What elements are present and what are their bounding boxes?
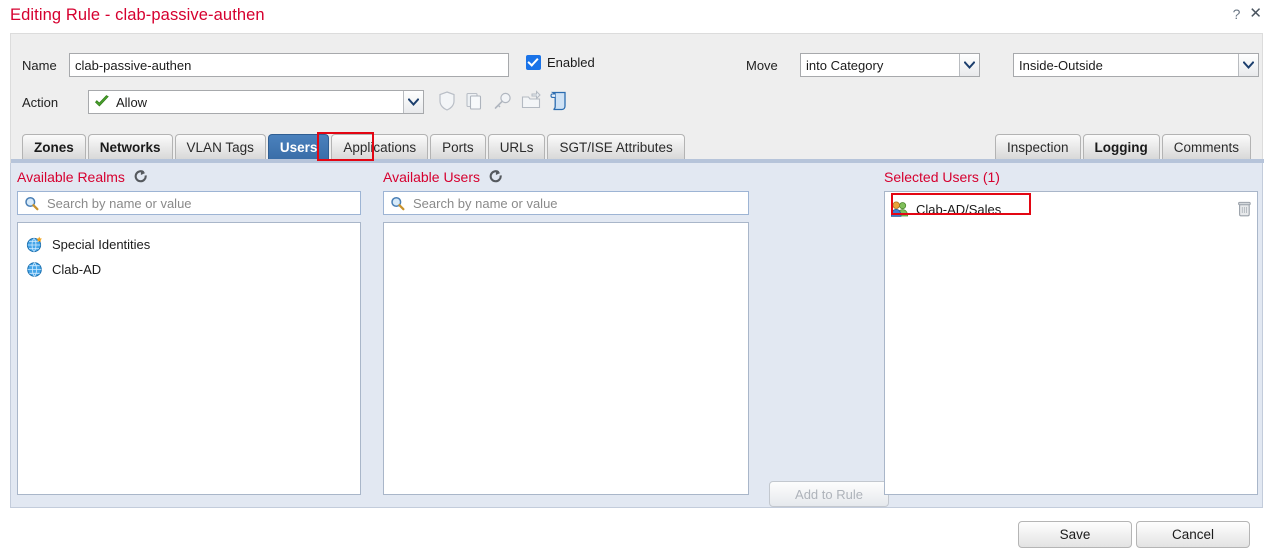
selected-users-header: Selected Users (1) <box>884 169 1000 185</box>
page-title: Editing Rule - clab-passive-authen <box>10 6 265 24</box>
tab-zones[interactable]: Zones <box>22 134 86 159</box>
globe-icon <box>27 261 42 277</box>
tab-comments[interactable]: Comments <box>1161 134 1251 159</box>
save-button[interactable]: Save <box>1018 521 1132 548</box>
refresh-icon[interactable] <box>134 169 148 185</box>
tab-group-right: Inspection Logging Comments <box>993 134 1251 159</box>
tab-logging[interactable]: Logging <box>1082 134 1160 159</box>
available-users-list[interactable] <box>383 222 749 495</box>
refresh-icon[interactable] <box>489 169 503 185</box>
action-label: Action <box>22 95 59 110</box>
ips-policy-shield-icon[interactable] <box>436 90 458 112</box>
list-item-label: Special Identities <box>52 236 151 252</box>
selected-users-list[interactable]: Clab-AD/Sales <box>884 191 1258 495</box>
rule-inline-icons <box>436 90 570 112</box>
available-realms-list[interactable]: Special Identities Clab-AD <box>17 222 361 495</box>
list-item[interactable]: Special Identities <box>18 233 360 255</box>
list-item-label: Clab-AD <box>52 261 102 277</box>
chevron-down-icon[interactable] <box>1238 54 1258 76</box>
name-label: Name <box>22 58 57 73</box>
dialog-footer: Save Cancel <box>0 508 1273 553</box>
tab-ports[interactable]: Ports <box>430 134 486 159</box>
enabled-label: Enabled <box>547 55 595 70</box>
add-to-rule-button[interactable]: Add to Rule <box>769 481 889 507</box>
close-icon[interactable]: ✕ <box>1249 6 1262 22</box>
logging-scroll-icon[interactable] <box>548 90 570 112</box>
tab-bar: Zones Networks VLAN Tags Users Applicati… <box>10 123 1264 163</box>
rule-name-input[interactable] <box>69 53 509 77</box>
file-policy-copy-icon[interactable] <box>464 90 486 112</box>
action-select[interactable]: Allow <box>88 90 424 114</box>
dialog-titlebar: Editing Rule - clab-passive-authen ? ✕ <box>0 0 1273 33</box>
move-position-value: into Category <box>806 57 884 73</box>
chevron-down-icon[interactable] <box>959 54 979 76</box>
search-icon <box>391 196 405 210</box>
users-search-input[interactable] <box>411 192 748 214</box>
tab-urls[interactable]: URLs <box>487 134 546 159</box>
move-position-select[interactable]: into Category <box>800 53 980 77</box>
available-realms-title: Available Realms <box>17 169 125 185</box>
ssl-decryption-key-icon[interactable] <box>492 90 514 112</box>
selected-users-title: Selected Users (1) <box>884 169 1000 185</box>
action-value: Allow <box>116 94 148 110</box>
available-users-header: Available Users <box>383 169 503 185</box>
checkbox-checked-icon <box>526 55 541 70</box>
list-item[interactable]: Clab-AD/Sales <box>885 198 1257 220</box>
editing-rule-dialog: Editing Rule - clab-passive-authen ? ✕ N… <box>0 0 1273 553</box>
tab-users[interactable]: Users <box>267 134 330 159</box>
move-category-select[interactable]: Inside-Outside <box>1013 53 1259 77</box>
tab-sgt-ise-attributes[interactable]: SGT/ISE Attributes <box>547 134 685 159</box>
tab-group-left: Zones Networks VLAN Tags Users Applicati… <box>22 134 687 159</box>
cancel-button[interactable]: Cancel <box>1136 521 1250 548</box>
realms-search-input[interactable] <box>45 192 360 214</box>
tab-vlan-tags[interactable]: VLAN Tags <box>174 134 266 159</box>
available-realms-header: Available Realms <box>17 169 148 185</box>
chevron-down-icon[interactable] <box>403 91 423 113</box>
user-group-icon <box>891 201 908 217</box>
tab-inspection[interactable]: Inspection <box>994 134 1081 159</box>
move-label: Move <box>746 58 778 73</box>
realms-search-box[interactable] <box>17 191 361 215</box>
enabled-checkbox[interactable]: Enabled <box>526 55 595 70</box>
users-search-box[interactable] <box>383 191 749 215</box>
window-controls: ? ✕ <box>1233 6 1262 23</box>
move-category-value: Inside-Outside <box>1019 57 1103 73</box>
rule-header-panel: Name Enabled Action Allow <box>10 33 1263 123</box>
safe-search-folder-icon[interactable] <box>520 90 542 112</box>
list-item-label: Clab-AD/Sales <box>916 201 1002 217</box>
globe-star-icon <box>26 236 42 252</box>
available-users-title: Available Users <box>383 169 481 185</box>
trash-icon[interactable] <box>1238 201 1251 217</box>
list-item[interactable]: Clab-AD <box>18 258 360 280</box>
tab-networks[interactable]: Networks <box>87 134 173 159</box>
users-tab-content: Available Realms Special Identities <box>10 163 1263 508</box>
green-check-icon <box>95 95 109 107</box>
search-icon <box>25 196 39 210</box>
help-icon[interactable]: ? <box>1233 6 1241 22</box>
tab-applications[interactable]: Applications <box>331 134 429 159</box>
